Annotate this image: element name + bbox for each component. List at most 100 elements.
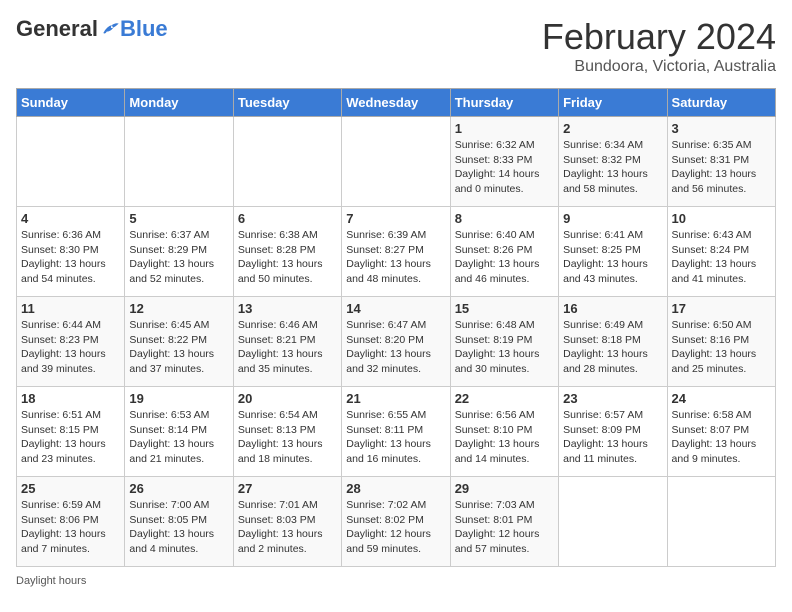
title-area: February 2024 Bundoora, Victoria, Austra… — [542, 16, 776, 76]
day-header-tuesday: Tuesday — [233, 89, 341, 117]
location-title: Bundoora, Victoria, Australia — [542, 58, 776, 76]
calendar-cell: 26 Sunrise: 7:00 AM Sunset: 8:05 PM Dayli… — [125, 477, 233, 567]
calendar-cell: 7 Sunrise: 6:39 AM Sunset: 8:27 PM Daylig… — [342, 207, 450, 297]
day-number: 10 — [672, 211, 771, 226]
day-header-thursday: Thursday — [450, 89, 558, 117]
day-number: 5 — [129, 211, 228, 226]
day-number: 28 — [346, 481, 445, 496]
day-info: Sunrise: 6:44 AM Sunset: 8:23 PM Dayligh… — [21, 318, 120, 377]
day-info: Sunrise: 6:56 AM Sunset: 8:10 PM Dayligh… — [455, 408, 554, 467]
day-info: Sunrise: 7:02 AM Sunset: 8:02 PM Dayligh… — [346, 498, 445, 557]
calendar-cell: 20 Sunrise: 6:54 AM Sunset: 8:13 PM Dayli… — [233, 387, 341, 477]
calendar-cell: 19 Sunrise: 6:53 AM Sunset: 8:14 PM Dayli… — [125, 387, 233, 477]
calendar-cell: 21Sunrise: 6:55 AM Sunset: 8:11 PM Dayli… — [342, 387, 450, 477]
day-number: 2 — [563, 121, 662, 136]
day-info: Sunrise: 7:00 AM Sunset: 8:05 PM Dayligh… — [129, 498, 228, 557]
day-info: Sunrise: 6:59 AM Sunset: 8:06 PM Dayligh… — [21, 498, 120, 557]
day-number: 13 — [238, 301, 337, 316]
day-info: Sunrise: 6:49 AM Sunset: 8:18 PM Dayligh… — [563, 318, 662, 377]
calendar-cell: 4 Sunrise: 6:36 AM Sunset: 8:30 PM Daylig… — [17, 207, 125, 297]
day-info: Sunrise: 6:47 AM Sunset: 8:20 PM Dayligh… — [346, 318, 445, 377]
day-number: 29 — [455, 481, 554, 496]
day-number: 4 — [21, 211, 120, 226]
calendar-cell: 8 Sunrise: 6:40 AM Sunset: 8:26 PM Daylig… — [450, 207, 558, 297]
day-info: Sunrise: 6:48 AM Sunset: 8:19 PM Dayligh… — [455, 318, 554, 377]
day-number: 18 — [21, 391, 120, 406]
calendar-table: SundayMondayTuesdayWednesdayThursdayFrid… — [16, 88, 776, 567]
calendar-cell: 14 Sunrise: 6:47 AM Sunset: 8:20 PM Dayli… — [342, 297, 450, 387]
day-header-sunday: Sunday — [17, 89, 125, 117]
calendar-week-5: 25 Sunrise: 6:59 AM Sunset: 8:06 PM Dayli… — [17, 477, 776, 567]
day-info: Sunrise: 6:38 AM Sunset: 8:28 PM Dayligh… — [238, 228, 337, 287]
day-header-friday: Friday — [559, 89, 667, 117]
day-number: 9 — [563, 211, 662, 226]
day-number: 12 — [129, 301, 228, 316]
day-number: 25 — [21, 481, 120, 496]
day-number: 1 — [455, 121, 554, 136]
logo-blue-text: Blue — [120, 16, 168, 42]
day-number: 8 — [455, 211, 554, 226]
day-info: Sunrise: 6:46 AM Sunset: 8:21 PM Dayligh… — [238, 318, 337, 377]
day-info: Sunrise: 6:45 AM Sunset: 8:22 PM Dayligh… — [129, 318, 228, 377]
calendar-cell — [17, 117, 125, 207]
calendar-cell: 13 Sunrise: 6:46 AM Sunset: 8:21 PM Dayli… — [233, 297, 341, 387]
day-info: Sunrise: 7:01 AM Sunset: 8:03 PM Dayligh… — [238, 498, 337, 557]
day-info: Sunrise: 6:55 AM Sunset: 8:11 PM Dayligh… — [346, 408, 445, 467]
calendar-week-1: 1 Sunrise: 6:32 AM Sunset: 8:33 PM Daylig… — [17, 117, 776, 207]
day-info: Sunrise: 6:58 AM Sunset: 8:07 PM Dayligh… — [672, 408, 771, 467]
day-header-monday: Monday — [125, 89, 233, 117]
day-number: 23 — [563, 391, 662, 406]
calendar-cell: 28 Sunrise: 7:02 AM Sunset: 8:02 PM Dayli… — [342, 477, 450, 567]
day-number: 7 — [346, 211, 445, 226]
day-number: 27 — [238, 481, 337, 496]
day-header-wednesday: Wednesday — [342, 89, 450, 117]
calendar-cell: 10Sunrise: 6:43 AM Sunset: 8:24 PM Dayli… — [667, 207, 775, 297]
day-info: Sunrise: 7:03 AM Sunset: 8:01 PM Dayligh… — [455, 498, 554, 557]
day-number: 11 — [21, 301, 120, 316]
footer-note: Daylight hours — [16, 575, 776, 587]
day-number: 16 — [563, 301, 662, 316]
calendar-cell — [233, 117, 341, 207]
day-info: Sunrise: 6:34 AM Sunset: 8:32 PM Dayligh… — [563, 138, 662, 197]
day-info: Sunrise: 6:50 AM Sunset: 8:16 PM Dayligh… — [672, 318, 771, 377]
day-info: Sunrise: 6:53 AM Sunset: 8:14 PM Dayligh… — [129, 408, 228, 467]
calendar-cell: 29 Sunrise: 7:03 AM Sunset: 8:01 PM Dayli… — [450, 477, 558, 567]
calendar-cell: 12 Sunrise: 6:45 AM Sunset: 8:22 PM Dayli… — [125, 297, 233, 387]
calendar-cell: 6Sunrise: 6:38 AM Sunset: 8:28 PM Daylig… — [233, 207, 341, 297]
calendar-week-3: 11 Sunrise: 6:44 AM Sunset: 8:23 PM Dayli… — [17, 297, 776, 387]
day-info: Sunrise: 6:54 AM Sunset: 8:13 PM Dayligh… — [238, 408, 337, 467]
day-info: Sunrise: 6:36 AM Sunset: 8:30 PM Dayligh… — [21, 228, 120, 287]
calendar-cell — [667, 477, 775, 567]
calendar-cell: 27 Sunrise: 7:01 AM Sunset: 8:03 PM Dayli… — [233, 477, 341, 567]
day-info: Sunrise: 6:41 AM Sunset: 8:25 PM Dayligh… — [563, 228, 662, 287]
calendar-cell: 18Sunrise: 6:51 AM Sunset: 8:15 PM Dayli… — [17, 387, 125, 477]
calendar-cell: 23 Sunrise: 6:57 AM Sunset: 8:09 PM Dayli… — [559, 387, 667, 477]
calendar-cell — [342, 117, 450, 207]
day-info: Sunrise: 6:57 AM Sunset: 8:09 PM Dayligh… — [563, 408, 662, 467]
calendar-cell: 5 Sunrise: 6:37 AM Sunset: 8:29 PM Daylig… — [125, 207, 233, 297]
calendar-cell: 17Sunrise: 6:50 AM Sunset: 8:16 PM Dayli… — [667, 297, 775, 387]
calendar-cell: 11 Sunrise: 6:44 AM Sunset: 8:23 PM Dayli… — [17, 297, 125, 387]
day-number: 14 — [346, 301, 445, 316]
calendar-cell: 2 Sunrise: 6:34 AM Sunset: 8:32 PM Daylig… — [559, 117, 667, 207]
calendar-cell: 24 Sunrise: 6:58 AM Sunset: 8:07 PM Dayli… — [667, 387, 775, 477]
day-number: 3 — [672, 121, 771, 136]
logo: General Blue — [16, 16, 168, 42]
calendar-cell: 9 Sunrise: 6:41 AM Sunset: 8:25 PM Daylig… — [559, 207, 667, 297]
day-info: Sunrise: 6:40 AM Sunset: 8:26 PM Dayligh… — [455, 228, 554, 287]
calendar-cell: 16 Sunrise: 6:49 AM Sunset: 8:18 PM Dayli… — [559, 297, 667, 387]
day-info: Sunrise: 6:37 AM Sunset: 8:29 PM Dayligh… — [129, 228, 228, 287]
day-number: 19 — [129, 391, 228, 406]
month-title: February 2024 — [542, 16, 776, 58]
logo-general-text: General — [16, 16, 98, 42]
day-number: 24 — [672, 391, 771, 406]
calendar-cell — [559, 477, 667, 567]
day-info: Sunrise: 6:32 AM Sunset: 8:33 PM Dayligh… — [455, 138, 554, 197]
day-info: Sunrise: 6:35 AM Sunset: 8:31 PM Dayligh… — [672, 138, 771, 197]
day-number: 26 — [129, 481, 228, 496]
day-info: Sunrise: 6:39 AM Sunset: 8:27 PM Dayligh… — [346, 228, 445, 287]
day-header-saturday: Saturday — [667, 89, 775, 117]
day-number: 20 — [238, 391, 337, 406]
calendar-week-2: 4 Sunrise: 6:36 AM Sunset: 8:30 PM Daylig… — [17, 207, 776, 297]
bird-icon — [100, 19, 120, 39]
